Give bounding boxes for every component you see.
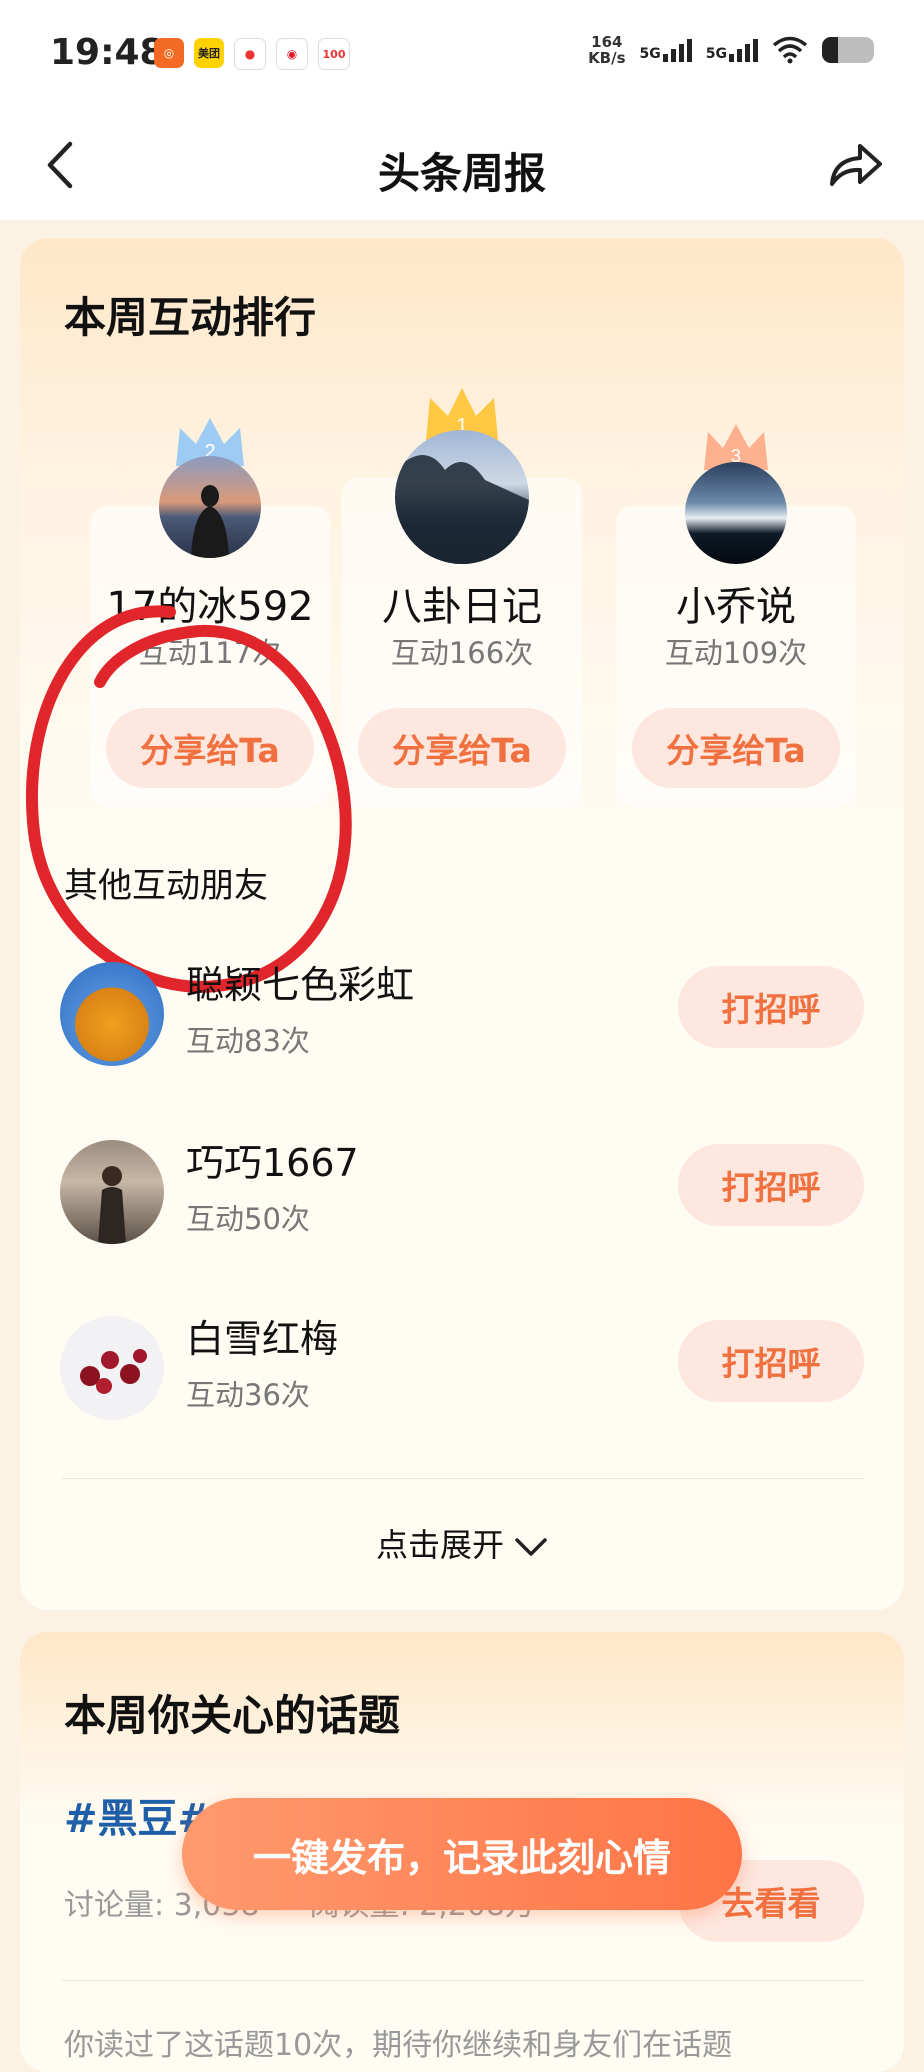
share-arrow-icon[interactable]: [826, 136, 884, 194]
list-item[interactable]: 聪颖七色彩虹 互动83次 打招呼: [20, 954, 904, 1074]
divider: [62, 1980, 864, 1981]
say-hello-button[interactable]: 打招呼: [678, 1144, 864, 1226]
status-bar: 19:48 ◎ 美团 ● ◉ 100 164 KB/s 5G 5G: [0, 0, 924, 110]
avatar[interactable]: [60, 1140, 164, 1244]
signal-2-label: 5G: [705, 45, 727, 62]
net-speed-unit: KB/s: [588, 49, 626, 67]
wifi-icon: [772, 36, 808, 64]
list-item[interactable]: 巧巧1667 互动50次 打招呼: [20, 1132, 904, 1252]
signal-1-icon: 5G: [639, 38, 692, 62]
rank-item-1: 1 八卦日记 互动166次 分享给Ta: [332, 384, 592, 854]
page-title: 头条周报: [377, 149, 546, 198]
avatar[interactable]: [60, 962, 164, 1066]
rank-count: 互动166次: [390, 636, 534, 670]
friend-count: 互动36次: [186, 1378, 310, 1412]
status-time: 19:48: [50, 32, 165, 73]
expand-label: 点击展开: [375, 1526, 504, 1564]
avatar[interactable]: [395, 430, 529, 564]
other-friends-title: 其他互动朋友: [64, 866, 268, 906]
share-to-friend-button[interactable]: 分享给Ta: [632, 708, 840, 788]
topics-title: 本周你关心的话题: [64, 1691, 401, 1740]
weibo-icon: ◉: [276, 38, 308, 70]
list-item[interactable]: 白雪红梅 互动36次 打招呼: [20, 1308, 904, 1428]
friend-count: 互动50次: [186, 1202, 310, 1236]
friend-name[interactable]: 白雪红梅: [186, 1308, 338, 1363]
notification-app-icons: ◎ 美团 ● ◉ 100: [154, 38, 350, 70]
battery-icon: [822, 37, 874, 63]
signal-2-icon: 5G: [705, 38, 758, 62]
friend-name[interactable]: 聪颖七色彩虹: [186, 954, 414, 1009]
signal-1-label: 5G: [639, 45, 661, 62]
maps-icon: ●: [234, 38, 266, 70]
rank-name[interactable]: 17的冰592: [80, 574, 340, 632]
rank-item-2: 2 17的冰592 互动117次 分享给Ta: [80, 414, 340, 854]
chevron-down-icon: [515, 1538, 547, 1556]
expand-button[interactable]: 点击展开: [20, 1520, 904, 1566]
avatar[interactable]: [60, 1316, 164, 1420]
rank-name[interactable]: 小乔说: [606, 574, 866, 632]
avatar[interactable]: [685, 462, 787, 564]
friend-name[interactable]: 巧巧1667: [186, 1132, 359, 1187]
app-icon-100: 100: [318, 38, 350, 70]
divider: [62, 1478, 864, 1479]
friend-count: 互动83次: [186, 1024, 310, 1058]
net-speed: 164 KB/s: [588, 34, 625, 66]
rank-name[interactable]: 八卦日记: [332, 574, 592, 632]
app-icon-orange: ◎: [154, 38, 184, 68]
meituan-icon: 美团: [194, 38, 224, 68]
ranking-title: 本周互动排行: [64, 293, 317, 342]
share-to-friend-button[interactable]: 分享给Ta: [358, 708, 566, 788]
rank-count: 互动117次: [138, 636, 282, 670]
say-hello-button[interactable]: 打招呼: [678, 966, 864, 1048]
share-to-friend-button[interactable]: 分享给Ta: [106, 708, 314, 788]
rank-count: 互动109次: [664, 636, 808, 670]
interaction-ranking-card: 本周互动排行 2 17的冰592 互动117次 分享给Ta 1 八卦日记 互动1…: [20, 238, 904, 1610]
quick-publish-button[interactable]: 一键发布，记录此刻心情: [182, 1798, 742, 1910]
nav-bar: 头条周报: [0, 110, 924, 220]
avatar[interactable]: [159, 456, 261, 558]
net-speed-value: 164: [591, 33, 623, 51]
topic-hint-text: 你读过了这话题10次，期待你继续和身友们在话题: [64, 2028, 733, 2063]
say-hello-button[interactable]: 打招呼: [678, 1320, 864, 1402]
status-indicators: 164 KB/s 5G 5G: [588, 34, 874, 66]
rank-item-3: 3 小乔说 互动109次 分享给Ta: [606, 420, 866, 854]
